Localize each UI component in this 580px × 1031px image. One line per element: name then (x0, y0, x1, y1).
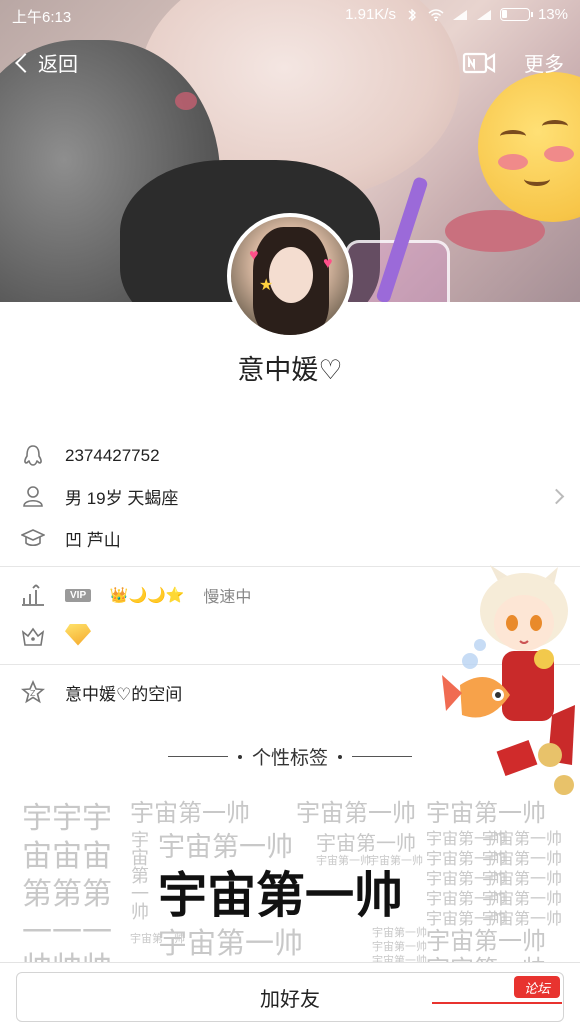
back-button[interactable]: 返回 (12, 48, 78, 77)
tag-char-1: 宇宇宇 (22, 802, 112, 835)
status-right: 1.91K/s 13% (345, 6, 568, 23)
emoji-eye (500, 130, 526, 142)
space-label: 意中媛♡的空间 (65, 684, 183, 704)
level-info: VIP 👑🌙🌙⭐ 慢速中 (65, 583, 251, 607)
person-icon (20, 483, 46, 509)
status-time: 上午6:13 (12, 9, 72, 26)
star-icon: ★ (259, 277, 274, 294)
tags-section-title: 个性标签 (0, 743, 580, 770)
level-icons: 👑🌙🌙⭐ (109, 587, 185, 604)
emoji-eye (542, 120, 568, 132)
tag-phrase: 宇宙第一帅 (482, 871, 563, 888)
blush-emoji-sticker (478, 72, 580, 222)
basic-info-row[interactable]: 男 19岁 天蝎座 (0, 476, 580, 516)
title-line (167, 756, 228, 757)
tag-char-3: 第第第 (22, 878, 112, 911)
more-button[interactable]: 更多 (524, 48, 564, 77)
battery-percent: 13% (537, 6, 568, 23)
vip-badge: VIP (65, 588, 92, 602)
emoji-cheek (498, 154, 528, 170)
graduation-cap-icon (20, 525, 46, 551)
tag-phrase: 宇宙第一帅 (482, 831, 563, 848)
tag-phrase: 宇宙第一帅 (372, 941, 427, 953)
speed-text: 慢速中 (203, 589, 252, 606)
forum-watermark: 论坛 (514, 976, 560, 998)
chevron-left-icon (15, 52, 35, 73)
title-bar: 返回 更多 (0, 40, 580, 84)
title-dot (338, 754, 342, 759)
cover-mark (175, 92, 197, 110)
tag-phrase: 宇宙第一帅 (482, 911, 563, 928)
tag-phrase-vertical: 宇宙第一帅 (129, 830, 149, 920)
watermark-line (432, 1002, 562, 1004)
space-star-icon: Z (20, 679, 46, 705)
tag-phrase: 宇宙第一帅 (426, 928, 546, 955)
title-dot (237, 754, 242, 759)
emoji-cheek (544, 146, 574, 162)
video-call-icon[interactable] (462, 50, 496, 76)
qq-number-row: 2374427752 (0, 436, 580, 476)
location-text: 凹 芦山 (65, 530, 121, 550)
tag-phrase: 宇宙第一帅 (316, 855, 371, 867)
bottom-bar: 加好友 (0, 962, 580, 1031)
wifi-icon (428, 8, 444, 21)
chevron-right-icon (548, 488, 565, 504)
gender-age-sign: 男 19岁 天蝎座 (65, 488, 179, 508)
tag-char-2: 宙宙宙 (22, 840, 112, 873)
svg-text:Z: Z (30, 689, 36, 698)
tag-char-4: 一一一 (22, 916, 112, 949)
tag-phrase: 宇宙第一帅 (372, 927, 427, 939)
status-bar: 上午6:13 1.91K/s 13% (0, 0, 580, 32)
tag-phrase: 宇宙第一帅 (482, 851, 563, 868)
diamond-badge-wrap (65, 623, 91, 651)
heart-icon: ♥ (323, 255, 333, 272)
heart-icon: ♥ (249, 247, 259, 264)
diamond-icon (65, 623, 91, 646)
tag-phrase: 宇宙第一帅 (482, 891, 563, 908)
featured-tag[interactable]: 宇宙第一帅 (158, 872, 403, 921)
avatar[interactable]: ♥ ♥ ★ (227, 213, 353, 339)
bluetooth-icon (408, 8, 416, 21)
tags-title-text: 个性标签 (251, 748, 328, 769)
tag-phrase: 宇宙第一帅 (368, 855, 423, 867)
title-line (352, 756, 412, 757)
avatar-face (269, 247, 313, 303)
signal-icon-2 (476, 9, 491, 20)
tag-phrase: 宇宙第一帅 (296, 800, 416, 827)
tag-phrase: 宇宙第一帅 (426, 800, 546, 827)
net-speed: 1.91K/s (345, 6, 396, 23)
location-row: 凹 芦山 (0, 518, 580, 558)
penguin-icon (20, 443, 46, 469)
add-friend-button[interactable]: 加好友 (16, 972, 564, 1022)
emoji-smile (524, 172, 550, 186)
battery-icon (499, 8, 533, 21)
profile-name: 意中媛♡ (237, 355, 343, 385)
tag-phrase: 宇宙第一帅 (130, 933, 185, 945)
crown-icon (20, 624, 46, 650)
level-chart-icon (20, 582, 46, 608)
qq-number: 2374427752 (65, 446, 160, 465)
signal-icon (452, 9, 467, 20)
tag-phrase: 宇宙第一帅 (316, 833, 416, 855)
back-label: 返回 (38, 54, 78, 76)
tag-phrase: 宇宙第一帅 (158, 832, 293, 862)
tag-phrase: 宇宙第一帅 (130, 800, 250, 827)
tag-wordcloud[interactable]: 宇宇宇 宙宙宙 第第第 一一一 帅帅帅 宇宙第一帅 宇宙第一帅 宇宙第一帅 宇宙… (0, 790, 580, 971)
